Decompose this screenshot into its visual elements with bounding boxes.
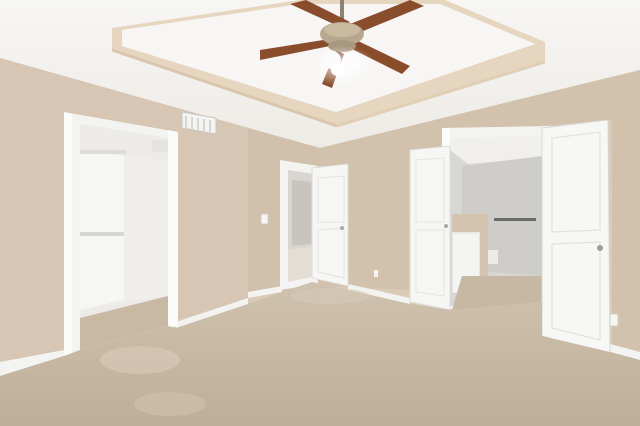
- bedroom-scene: [0, 0, 640, 426]
- door-knob-icon[interactable]: [444, 224, 448, 228]
- hallway-door[interactable]: [311, 163, 349, 287]
- towel-bar-icon: [494, 218, 536, 221]
- wall-outlet-icon: [374, 270, 378, 277]
- light-switch-icon: [260, 213, 269, 225]
- door-knob-icon[interactable]: [340, 226, 344, 230]
- closet-opening: [64, 112, 178, 356]
- bathroom-door-left[interactable]: [409, 145, 451, 311]
- door-knob-icon[interactable]: [597, 245, 603, 251]
- bathroom-opening: [442, 126, 550, 310]
- bathroom-door-right[interactable]: [541, 119, 611, 355]
- wall-outlet-icon: [609, 313, 619, 327]
- bedroom-photo: [0, 0, 640, 426]
